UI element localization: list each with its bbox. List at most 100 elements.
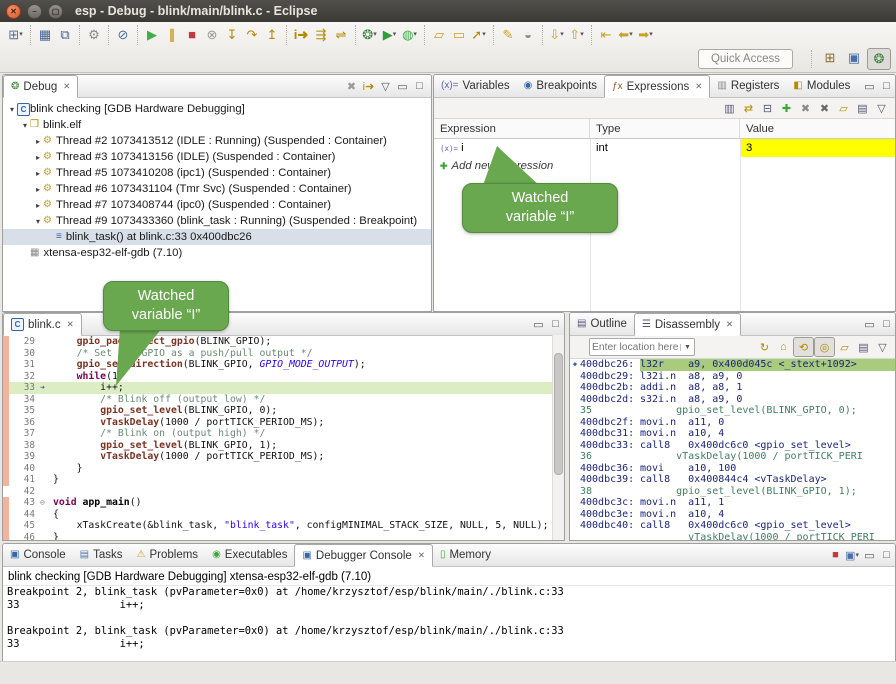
new-wizard-icon[interactable]: ⊞▾ <box>6 25 26 45</box>
step-over-icon[interactable]: ↷ <box>242 25 262 45</box>
minimize-icon[interactable]: ▭ <box>394 80 411 93</box>
pin-view-icon[interactable]: ▤ <box>854 338 873 356</box>
column-expression[interactable]: Expression <box>434 119 590 138</box>
line-number[interactable]: 34 <box>9 394 40 406</box>
maximize-icon[interactable]: □ <box>547 313 564 335</box>
view-menu-icon[interactable]: ▽ <box>377 80 394 93</box>
save-all-icon[interactable]: ⧉ <box>55 25 75 45</box>
maximize-icon[interactable]: □ <box>411 80 428 92</box>
tab-debugger-console[interactable]: ▣Debugger Console✕ <box>294 544 432 567</box>
show-debug-toolbar-icon[interactable]: ⇶ <box>311 25 331 45</box>
window-minimize-button[interactable]: – <box>27 4 42 19</box>
window-close-button[interactable]: ✕ <box>6 4 21 19</box>
debug-tree-row[interactable]: ▸⚙Thread #6 1073431104 (Tmr Svc) (Suspen… <box>3 181 431 197</box>
disassembly-listing[interactable]: ◆400dbc26:l32r a9, 0x400d045c <_stext+10… <box>570 359 895 541</box>
disconnect-icon[interactable]: ⊗ <box>202 25 222 45</box>
tab-breakpoints[interactable]: ◉Breakpoints <box>517 75 604 97</box>
line-number[interactable]: 46 <box>9 532 40 542</box>
close-icon[interactable]: ✕ <box>695 81 702 92</box>
tab-expressions[interactable]: ƒxExpressions✕ <box>604 75 710 98</box>
line-number[interactable]: 42 <box>9 486 40 498</box>
back-icon[interactable]: ⬅▾ <box>616 25 636 45</box>
collapse-twistie-icon[interactable]: ▾ <box>33 217 43 226</box>
expand-twistie-icon[interactable]: ▸ <box>33 201 43 210</box>
line-number[interactable]: 44 <box>9 509 40 521</box>
expand-twistie-icon[interactable]: ▸ <box>33 153 43 162</box>
line-number[interactable]: 29 <box>9 336 40 348</box>
debug-tree-row[interactable]: ≡blink_task() at blink.c:33 0x400dbc26 <box>3 229 431 245</box>
tab-disassembly[interactable]: ☰Disassembly✕ <box>634 313 741 336</box>
debug-perspective-icon[interactable]: ❂ <box>867 48 891 70</box>
line-number[interactable]: 36 <box>9 417 40 429</box>
save-icon[interactable]: ▦ <box>35 25 55 45</box>
close-icon[interactable]: ✕ <box>67 319 74 330</box>
refresh-icon[interactable]: ↻ <box>755 338 774 356</box>
terminate-icon[interactable]: ■ <box>182 25 202 45</box>
collapse-all-icon[interactable]: ⊟ <box>758 99 777 117</box>
fold-collapse-icon[interactable]: ⊖ <box>40 497 53 509</box>
debug-tree-row[interactable]: ▸⚙Thread #2 1073413512 (IDLE : Running) … <box>3 133 431 149</box>
location-input[interactable] <box>590 342 680 353</box>
line-number[interactable]: 31 <box>9 359 40 371</box>
maximize-icon[interactable]: □ <box>878 313 895 335</box>
tab-registers[interactable]: ▥Registers <box>710 75 786 97</box>
resume-icon[interactable]: ▶ <box>142 25 162 45</box>
show-logical-structure-icon[interactable]: ⇄ <box>739 99 758 117</box>
last-edit-location-icon[interactable]: ⇤ <box>596 25 616 45</box>
line-number[interactable]: 37 <box>9 428 40 440</box>
tab-console[interactable]: ▣Console <box>3 544 73 566</box>
debug-tree-row[interactable]: ▦xtensa-esp32-elf-gdb (7.10) <box>3 245 431 261</box>
line-number[interactable]: 43 <box>9 497 40 509</box>
close-icon[interactable]: ✕ <box>418 550 425 561</box>
tab-blink-c[interactable]: C blink.c ✕ <box>3 313 82 336</box>
tab-debug[interactable]: ❂ Debug ✕ <box>3 75 78 98</box>
tab-executables[interactable]: ◉Executables <box>205 544 294 566</box>
line-number[interactable]: 39 <box>9 451 40 463</box>
pin-view-icon[interactable]: ▤ <box>853 99 872 117</box>
line-number[interactable]: 33 <box>9 382 40 394</box>
expand-twistie-icon[interactable]: ▸ <box>33 137 43 146</box>
code-editor[interactable]: 29 gpio_pad_select_gpio(BLINK_GPIO);30 /… <box>3 336 564 541</box>
build-icon[interactable]: ⚙ <box>84 25 104 45</box>
debug-tree-row[interactable]: ▾❒blink.elf <box>3 117 431 133</box>
debug-tree-row[interactable]: ▸⚙Thread #3 1073413156 (IDLE) (Suspended… <box>3 149 431 165</box>
column-value[interactable]: Value <box>740 119 895 138</box>
use-step-filters-icon[interactable]: ⇌ <box>331 25 351 45</box>
maximize-icon[interactable]: □ <box>878 544 895 566</box>
open-perspective-icon[interactable]: ⊞ <box>819 48 841 68</box>
open-folder-icon[interactable]: ▭ <box>449 25 469 45</box>
new-view-icon[interactable]: ▱ <box>835 338 854 356</box>
minimize-icon[interactable]: ▭ <box>861 313 878 335</box>
view-menu-icon[interactable]: ▽ <box>872 99 891 117</box>
minimize-icon[interactable]: ▭ <box>530 313 547 335</box>
suspend-icon[interactable]: ∥ <box>162 25 182 45</box>
expand-twistie-icon[interactable]: ▸ <box>33 169 43 178</box>
minimize-icon[interactable]: ▭ <box>861 75 878 97</box>
debug-tree-row[interactable]: ▾⚙Thread #9 1073433360 (blink_task : Run… <box>3 213 431 229</box>
editor-scrollbar[interactable] <box>552 335 564 540</box>
collapse-twistie-icon[interactable]: ▾ <box>7 105 17 114</box>
next-annotation-icon[interactable]: ⇩▾ <box>547 25 567 45</box>
show-type-names-icon[interactable]: ▥ <box>720 99 739 117</box>
instruction-stepping-mode-icon[interactable]: i➜ <box>360 80 377 93</box>
tab-outline[interactable]: ▤Outline <box>570 313 634 335</box>
skip-all-breakpoints-icon[interactable]: ⊘ <box>113 25 133 45</box>
step-return-icon[interactable]: ↥ <box>262 25 282 45</box>
external-tools-icon[interactable]: ➚▾ <box>469 25 489 45</box>
previous-annotation-icon[interactable]: ⇧▾ <box>567 25 587 45</box>
debug-tree-row[interactable]: ▸⚙Thread #7 1073408744 (ipc0) (Suspended… <box>3 197 431 213</box>
line-number[interactable]: 30 <box>9 348 40 360</box>
tab-variables[interactable]: (x)=Variables <box>434 75 517 97</box>
line-number[interactable]: 32 <box>9 371 40 383</box>
tab-tasks[interactable]: ▤Tasks <box>73 544 130 566</box>
close-icon[interactable]: ✕ <box>726 319 733 330</box>
debug-tree-row[interactable]: ▾Cblink checking [GDB Hardware Debugging… <box>3 101 431 117</box>
close-icon[interactable]: ✕ <box>63 81 70 92</box>
minimize-icon[interactable]: ▭ <box>861 544 878 566</box>
tab-modules[interactable]: ◧Modules <box>786 75 857 97</box>
run-icon[interactable]: ▶▾ <box>380 25 400 45</box>
window-maximize-button[interactable]: ▢ <box>48 4 63 19</box>
expand-twistie-icon[interactable]: ▸ <box>33 185 43 194</box>
add-expression-icon[interactable]: ✚ <box>777 99 796 117</box>
mark-occurrences-icon[interactable]: ✎ <box>498 25 518 45</box>
